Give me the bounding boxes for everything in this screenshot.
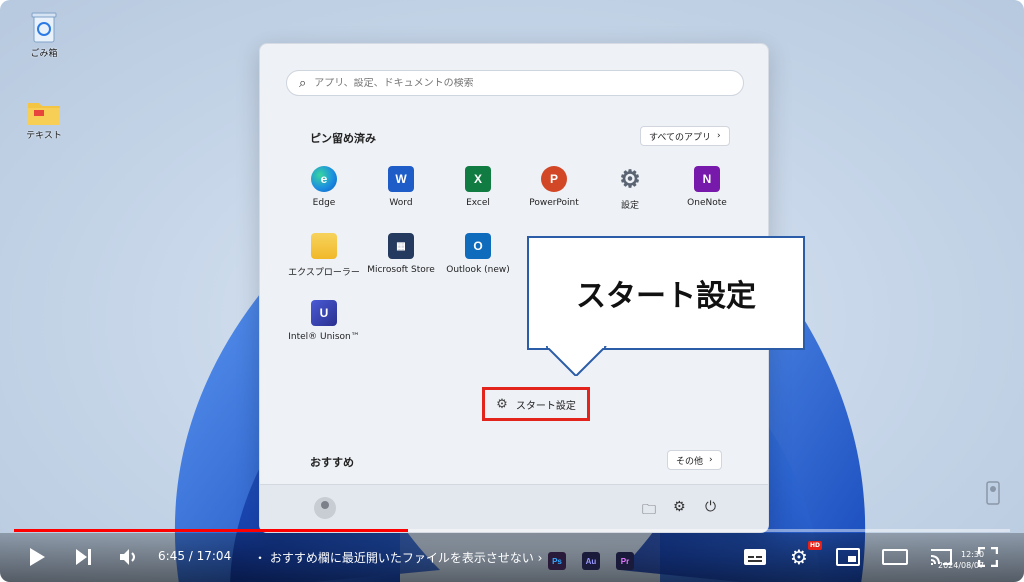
start-search-box[interactable]: ⌕ [286,70,744,96]
app-name: Edge [312,198,336,208]
chevron-right-icon: › [717,131,721,141]
pinned-app-word[interactable]: W Word [362,166,440,208]
recycle-bin-icon [31,12,57,43]
app-name: PowerPoint [529,198,579,208]
pinned-section-title: ピン留め済み [310,132,376,145]
word-icon: W [388,166,414,192]
recommended-section-title: おすすめ [310,456,354,469]
power-icon[interactable]: ⏻ [705,499,716,515]
callout-text: スタート設定 [576,279,756,314]
app-name: Outlook (new) [446,265,510,275]
app-name: Excel [466,198,490,208]
clock-time: 12:30 [961,550,985,559]
time-display: 6:45 / 17:04 [158,549,232,563]
documents-folder-icon[interactable]: 🗀 [642,499,656,523]
more-label: その他 [676,456,704,467]
photoshop-icon: Ps [548,552,566,570]
more-button[interactable]: その他 › [667,450,722,470]
next-icon[interactable] [74,548,92,566]
desktop-icon-label: テキスト [26,131,62,141]
search-icon: ⌕ [299,75,307,91]
start-settings-button[interactable]: ⚙ スタート設定 [482,387,590,421]
chevron-right-icon: › [709,455,713,465]
clock-date: 2024/08/07 [938,561,985,570]
pinned-app-outlook[interactable]: O Outlook (new) [439,233,517,275]
player-controls: 6:45 / 17:04 ・ おすすめ欄に最近開いたファイルを表示させない › … [0,533,1024,582]
start-settings-label: スタート設定 [515,400,576,412]
audition-icon: Au [582,552,600,570]
app-name: OneNote [687,198,727,208]
search-input[interactable] [314,77,743,89]
taskbar-clock: 12:30 2024/08/07 [938,549,984,571]
app-name: エクスプローラー [288,268,360,278]
all-apps-button[interactable]: すべてのアプリ › [640,126,730,146]
app-name: Microsoft Store [367,265,435,275]
desktop-icon-text-folder[interactable]: テキスト [14,98,74,141]
subtitles-icon[interactable] [743,547,767,567]
intel-unison-icon: U [311,300,337,326]
desktop-icon-label: ごみ箱 [30,49,58,59]
start-menu-footer: 🗀 ⚙ ⏻ [260,484,768,532]
volume-icon[interactable] [118,546,140,568]
premiere-icon: Pr [616,552,634,570]
desktop-icon-recycle-bin[interactable]: ごみ箱 [14,10,74,59]
pinned-app-store[interactable]: ▦ Microsoft Store [362,233,440,275]
chapter-title[interactable]: ・ おすすめ欄に最近開いたファイルを表示させない › [254,549,542,566]
progress-played [14,529,408,532]
theater-mode-icon[interactable] [882,547,908,567]
settings-icon[interactable]: ⚙ [790,545,808,569]
pinned-app-powerpoint[interactable]: P PowerPoint [515,166,593,208]
logo-icon [986,481,1000,505]
pinned-app-excel[interactable]: X Excel [439,166,517,208]
excel-icon: X [465,166,491,192]
callout-bubble: スタート設定 [527,236,805,350]
edge-icon: e [311,166,337,192]
app-name: Word [389,198,413,208]
pinned-app-intel-unison[interactable]: U Intel® Unison™ [285,300,363,342]
callout-tail [546,346,607,376]
play-icon[interactable] [28,547,46,567]
pinned-app-edge[interactable]: e Edge [285,166,363,208]
pinned-app-explorer[interactable]: エクスプローラー [285,233,363,278]
gear-icon: ⚙ [496,396,508,412]
file-explorer-icon [311,233,337,259]
settings-gear-icon: ⚙ [619,165,641,193]
app-name: 設定 [620,201,639,211]
channel-watermark [968,480,1018,508]
gear-icon[interactable]: ⚙ [673,499,686,515]
outlook-icon: O [465,233,491,259]
store-icon: ▦ [388,233,414,259]
all-apps-label: すべてのアプリ [649,132,712,143]
video-frame: ごみ箱 テキスト ⌕ ピン留め済み すべてのアプリ › e Edge W Wor… [0,0,1024,582]
pinned-app-settings[interactable]: ⚙ 設定 [591,165,669,212]
hd-badge: HD [808,541,823,550]
app-name: Intel® Unison™ [288,332,360,342]
user-avatar[interactable] [314,497,336,519]
onenote-icon: N [694,166,720,192]
miniplayer-icon[interactable] [836,547,860,567]
folder-icon [28,103,60,125]
powerpoint-icon: P [541,166,567,192]
pinned-app-onenote[interactable]: N OneNote [668,166,746,208]
